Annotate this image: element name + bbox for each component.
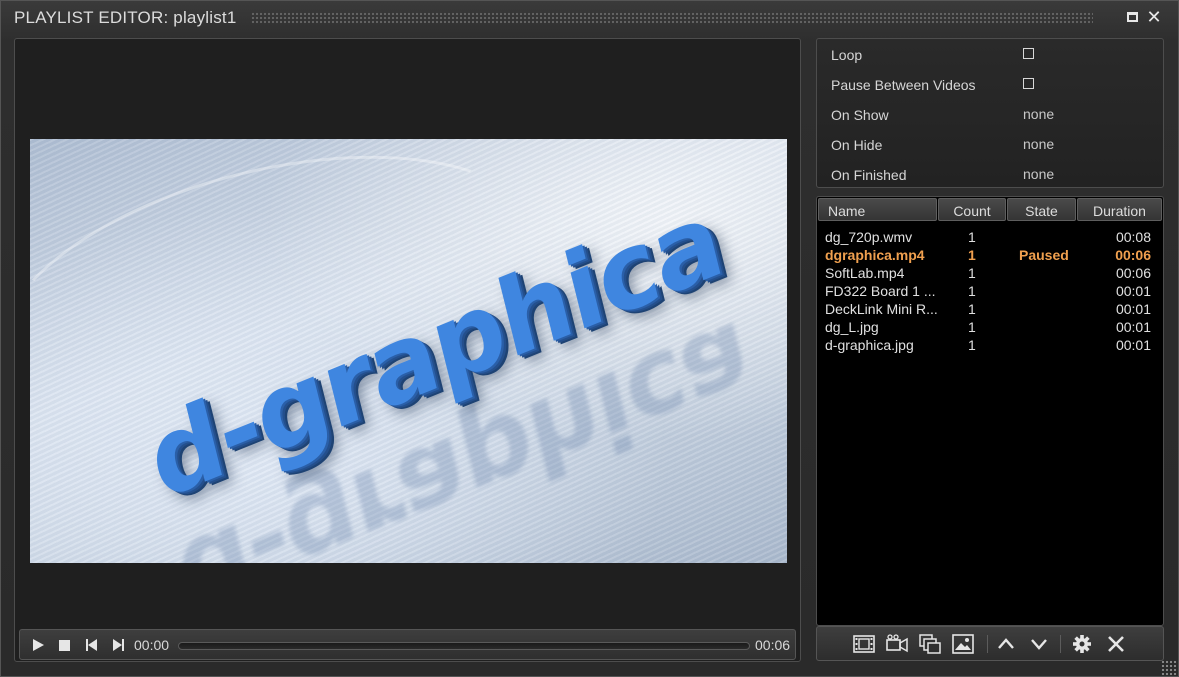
add-video-icon[interactable] [853, 634, 875, 654]
add-clone-icon[interactable] [919, 634, 941, 654]
on-finished-value[interactable]: none [1023, 166, 1054, 182]
stop-icon[interactable] [56, 636, 74, 654]
on-show-value[interactable]: none [1023, 106, 1054, 122]
add-camera-icon[interactable] [886, 634, 908, 654]
column-header-state[interactable]: State [1007, 198, 1076, 221]
pause-between-checkbox[interactable] [1023, 78, 1034, 89]
cell-count: 1 [968, 229, 976, 245]
seek-bar[interactable] [178, 642, 750, 650]
cell-duration: 00:06 [1115, 247, 1151, 263]
cell-count: 1 [968, 247, 976, 263]
cell-name: dgraphica.mp4 [825, 247, 925, 263]
playlist-table: Name Count State Duration dg_720p.wmv 1 00… [816, 196, 1164, 626]
cell-duration: 00:01 [1115, 301, 1151, 317]
resize-grip[interactable] [1161, 660, 1177, 676]
maximize-button[interactable] [1123, 8, 1141, 26]
maximize-icon [1126, 12, 1138, 22]
on-finished-label: On Finished [831, 167, 907, 183]
toolbar-separator [987, 635, 988, 653]
cell-duration: 00:01 [1115, 283, 1151, 299]
settings-icon[interactable] [1071, 634, 1093, 654]
column-header-name[interactable]: Name [818, 198, 937, 221]
table-row[interactable]: d-graphica.jpg 1 00:01 [817, 336, 1163, 354]
cell-state: Paused [1019, 247, 1069, 263]
move-down-icon[interactable] [1028, 634, 1050, 654]
cell-name: dg_720p.wmv [825, 229, 913, 245]
table-row[interactable]: dg_L.jpg 1 00:01 [817, 318, 1163, 336]
table-row[interactable]: dgraphica.mp4 1 Paused 00:06 [817, 246, 1163, 264]
cell-name: FD322 Board 1 ... [825, 283, 936, 299]
playlist-editor-window: PLAYLIST EDITOR: playlist1 ✕ d-graphica … [0, 0, 1179, 677]
pause-between-label: Pause Between Videos [831, 77, 976, 93]
table-row[interactable]: SoftLab.mp4 1 00:06 [817, 264, 1163, 282]
remove-icon[interactable] [1105, 634, 1127, 654]
video-preview: d-graphica d-graphica [30, 139, 787, 563]
table-row[interactable]: dg_720p.wmv 1 00:08 [817, 228, 1163, 246]
close-icon: ✕ [1146, 7, 1162, 27]
on-hide-value[interactable]: none [1023, 136, 1054, 152]
column-header-duration[interactable]: Duration [1077, 198, 1162, 221]
current-time: 00:00 [134, 637, 170, 653]
play-icon[interactable] [29, 636, 47, 654]
cell-duration: 00:08 [1115, 229, 1151, 245]
loop-label: Loop [831, 47, 863, 63]
table-row[interactable]: DeckLink Mini R... 1 00:01 [817, 300, 1163, 318]
window-title: PLAYLIST EDITOR: playlist1 [14, 8, 237, 27]
playlist-properties-panel: Loop Pause Between Videos On Show none O… [816, 38, 1164, 188]
move-up-icon[interactable] [995, 634, 1017, 654]
table-row[interactable]: FD322 Board 1 ... 1 00:01 [817, 282, 1163, 300]
on-hide-label: On Hide [831, 137, 883, 153]
cell-duration: 00:01 [1115, 337, 1151, 353]
cell-name: DeckLink Mini R... [825, 301, 938, 317]
loop-checkbox[interactable] [1023, 48, 1034, 59]
cell-count: 1 [968, 265, 976, 281]
cell-count: 1 [968, 283, 976, 299]
cell-name: d-graphica.jpg [825, 337, 914, 353]
title-bar[interactable]: PLAYLIST EDITOR: playlist1 ✕ [1, 1, 1178, 33]
cell-count: 1 [968, 301, 976, 317]
on-show-label: On Show [831, 107, 889, 123]
close-button[interactable]: ✕ [1145, 8, 1163, 26]
column-header-count[interactable]: Count [938, 198, 1006, 221]
title-drag-grip[interactable] [251, 12, 1093, 24]
cell-count: 1 [968, 337, 976, 353]
toolbar-separator [1060, 635, 1061, 653]
previous-icon[interactable] [83, 636, 101, 654]
total-time: 00:06 [755, 637, 791, 653]
video-panel: d-graphica d-graphica 00:00 00:06 [14, 38, 801, 662]
table-header: Name Count State Duration [817, 197, 1163, 222]
next-icon[interactable] [109, 636, 127, 654]
cell-duration: 00:01 [1115, 319, 1151, 335]
cell-count: 1 [968, 319, 976, 335]
playlist-toolbar [816, 626, 1164, 661]
transport-bar: 00:00 00:06 [19, 629, 796, 660]
add-image-icon[interactable] [952, 634, 974, 654]
cell-name: dg_L.jpg [825, 319, 879, 335]
cell-duration: 00:06 [1115, 265, 1151, 281]
cell-name: SoftLab.mp4 [825, 265, 905, 281]
